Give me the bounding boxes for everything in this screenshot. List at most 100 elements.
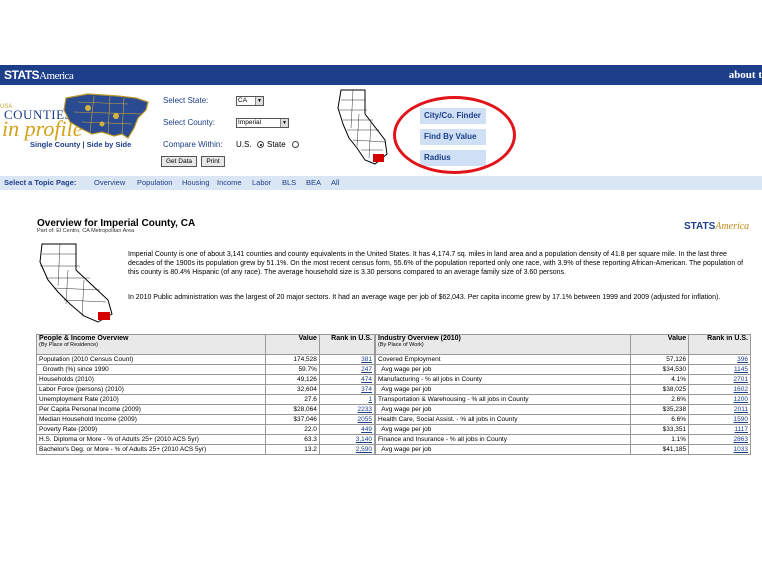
people-table-row: Population (2010 Census Count) 174,528 381	[36, 354, 376, 365]
california-map-icon	[337, 89, 388, 165]
industry-table-row: Health Care, Social Assist. - % all jobs…	[374, 414, 751, 425]
industry-row-value: 57,126	[630, 354, 690, 365]
topic-income[interactable]: Income	[217, 178, 242, 187]
people-table-row: Poverty Rate (2009) 22.0 449	[36, 424, 376, 435]
industry-col-rank: Rank in U.S.	[688, 334, 751, 355]
industry-table-title: Industry Overview (2010) (By Place of Wor…	[374, 334, 632, 355]
topic-bea[interactable]: BEA	[306, 178, 321, 187]
people-row-rank-link[interactable]: 374	[318, 384, 376, 395]
people-row-label: Poverty Rate (2009)	[36, 424, 266, 435]
industry-row-rank-link[interactable]: 2701	[688, 374, 751, 385]
topic-labor[interactable]: Labor	[252, 178, 271, 187]
compare-state-radio[interactable]	[292, 141, 299, 148]
topic-all[interactable]: All	[331, 178, 339, 187]
overview-paragraph-2: In 2010 Public administration was the la…	[128, 294, 721, 301]
top-banner	[0, 65, 762, 85]
industry-row-value: 4.1%	[630, 374, 690, 385]
people-table-title: People & Income Overview (By Place of Res…	[36, 334, 266, 355]
people-row-label: Households (2010)	[36, 374, 266, 385]
industry-row-rank-link[interactable]: 1602	[688, 384, 751, 395]
people-row-rank-link[interactable]: 247	[318, 364, 376, 375]
industry-row-rank-link[interactable]: 2863	[688, 434, 751, 445]
industry-table-row: Avg wage per job $35,238 2011	[374, 404, 751, 415]
compare-state-label: State	[267, 140, 286, 149]
print-button[interactable]: Print	[201, 156, 225, 167]
people-col-rank: Rank in U.S.	[318, 334, 376, 355]
industry-row-rank-link[interactable]: 1145	[688, 364, 751, 375]
overview-paragraph-1: Imperial County is one of about 3,141 co…	[128, 251, 744, 276]
select-county-label: Select County:	[163, 118, 216, 127]
industry-table-row: Avg wage per job $33,351 1117	[374, 424, 751, 435]
industry-row-rank-link[interactable]: 1590	[688, 414, 751, 425]
people-row-label: Median Household Income (2009)	[36, 414, 266, 425]
people-row-rank-link[interactable]: 2,590	[318, 444, 376, 455]
compare-us-label: U.S.	[236, 140, 252, 149]
industry-row-value: $38,025	[630, 384, 690, 395]
people-row-rank-link[interactable]: 1	[318, 394, 376, 405]
industry-row-rank-link[interactable]: 1117	[688, 424, 751, 435]
people-table-row: Unemployment Rate (2010) 27.6 1	[36, 394, 376, 405]
people-table-row: Growth (%) since 1990 59.7% 247	[36, 364, 376, 375]
compare-us-radio[interactable]	[257, 141, 264, 148]
people-table-row: H.S. Diploma or More - % of Adults 25+ (…	[36, 434, 376, 445]
us-map-icon	[63, 93, 149, 139]
industry-row-value: $35,238	[630, 404, 690, 415]
statsamerica-logo[interactable]: STATSAmerica	[4, 68, 74, 82]
people-row-rank-link[interactable]: 3,140	[318, 434, 376, 445]
people-table-row: Per Capita Personal Income (2009) $28,064…	[36, 404, 376, 415]
industry-table-row: Avg wage per job $34,530 1145	[374, 364, 751, 375]
state-select[interactable]: CA ▼	[236, 96, 264, 106]
highlight-oval	[393, 96, 516, 174]
people-row-value: 49,126	[264, 374, 320, 385]
people-row-rank-link[interactable]: 2233	[318, 404, 376, 415]
about-link[interactable]: about t	[729, 69, 762, 81]
topic-housing[interactable]: Housing	[182, 178, 210, 187]
people-row-rank-link[interactable]: 474	[318, 374, 376, 385]
people-row-label: Population (2010 Census Count)	[36, 354, 266, 365]
get-data-button[interactable]: Get Data	[161, 156, 197, 167]
people-row-value: $37,046	[264, 414, 320, 425]
industry-overview-table: Industry Overview (2010) (By Place of Wor…	[374, 334, 751, 455]
people-row-label: Labor Force (persons) (2010)	[36, 384, 266, 395]
industry-row-rank-link[interactable]: 2011	[688, 404, 751, 415]
industry-col-value: Value	[630, 334, 690, 355]
people-row-label: Per Capita Personal Income (2009)	[36, 404, 266, 415]
people-table-row: Labor Force (persons) (2010) 32,604 374	[36, 384, 376, 395]
people-row-value: 63.3	[264, 434, 320, 445]
people-row-value: 32,604	[264, 384, 320, 395]
topic-overview[interactable]: Overview	[94, 178, 125, 187]
people-row-rank-link[interactable]: 449	[318, 424, 376, 435]
industry-row-label: Health Care, Social Assist. - % all jobs…	[374, 414, 632, 425]
people-row-value: 27.6	[264, 394, 320, 405]
people-table-row: Median Household Income (2009) $37,046 205…	[36, 414, 376, 425]
statsamerica-small-logo: STATSAmerica	[684, 221, 750, 232]
compare-within-label: Compare Within:	[163, 140, 223, 149]
people-row-rank-link[interactable]: 2055	[318, 414, 376, 425]
industry-table-row: Transportation & Warehousing - % all job…	[374, 394, 751, 405]
industry-row-value: $41,185	[630, 444, 690, 455]
industry-row-value: $33,351	[630, 424, 690, 435]
chevron-down-icon: ▼	[280, 119, 288, 127]
industry-row-rank-link[interactable]: 1200	[688, 394, 751, 405]
county-location-map-icon	[39, 243, 113, 323]
industry-table-row: Avg wage per job $38,025 1602	[374, 384, 751, 395]
county-select[interactable]: Imperial ▼	[236, 118, 289, 128]
industry-row-value: 2.6%	[630, 394, 690, 405]
topic-label: Select a Topic Page:	[4, 178, 77, 187]
brand-nav[interactable]: Single County | Side by Side	[30, 140, 131, 149]
industry-row-label: Avg wage per job	[374, 384, 632, 395]
people-row-rank-link[interactable]: 381	[318, 354, 376, 365]
topic-population[interactable]: Population	[137, 178, 172, 187]
topic-bls[interactable]: BLS	[282, 178, 296, 187]
industry-table-row: Covered Employment 57,126 396	[374, 354, 751, 365]
people-row-value: 59.7%	[264, 364, 320, 375]
industry-row-value: 1.1%	[630, 434, 690, 445]
people-row-value: 22.0	[264, 424, 320, 435]
industry-row-rank-link[interactable]: 1033	[688, 444, 751, 455]
industry-row-rank-link[interactable]: 396	[688, 354, 751, 365]
people-row-label: Growth (%) since 1990	[36, 364, 266, 375]
industry-row-label: Covered Employment	[374, 354, 632, 365]
industry-table-row: Finance and Insurance - % all jobs in Co…	[374, 434, 751, 445]
industry-row-label: Avg wage per job	[374, 424, 632, 435]
industry-row-value: 6.6%	[630, 414, 690, 425]
